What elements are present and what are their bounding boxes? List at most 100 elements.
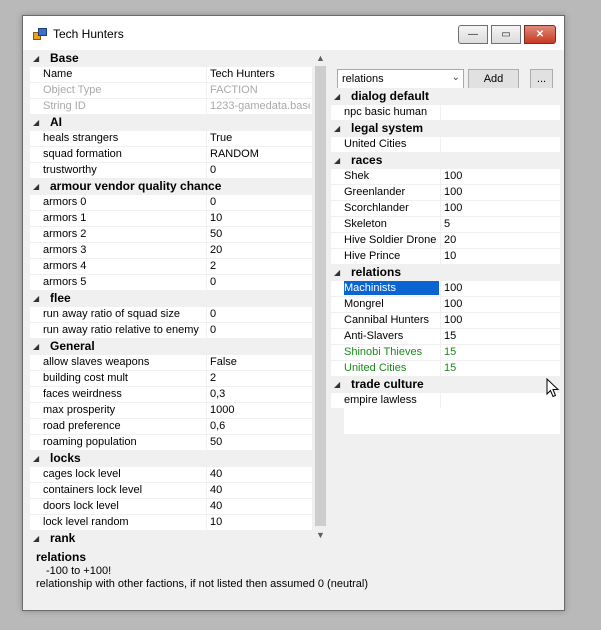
property-grid-right[interactable]: ◢ dialog default npc basic human ◢ legal sys…: [331, 88, 560, 434]
list-type-combo[interactable]: relations ⌄: [337, 69, 464, 89]
property-value[interactable]: 2: [210, 372, 310, 384]
collapse-triangle-icon[interactable]: ◢: [334, 92, 340, 101]
property-grid-left[interactable]: ◢ Base Name Tech Hunters Object Type FACTION S…: [30, 50, 313, 544]
property-value[interactable]: 0,6: [210, 420, 310, 432]
property-row[interactable]: run away ratio of squad size 0: [30, 306, 312, 322]
property-row[interactable]: armors 0 0: [30, 194, 312, 210]
property-value[interactable]: False: [210, 356, 310, 368]
property-row[interactable]: roaming population 50: [30, 434, 312, 450]
property-value[interactable]: 10: [210, 212, 310, 224]
property-row[interactable]: run away ratio relative to enemy 0: [30, 322, 312, 338]
property-row[interactable]: lock level random 10: [30, 514, 312, 530]
property-row[interactable]: building cost mult 2: [30, 370, 312, 386]
property-row[interactable]: Shinobi Thieves 15: [331, 344, 560, 360]
maximize-button[interactable]: ▭: [491, 25, 521, 44]
property-value[interactable]: 5: [444, 218, 556, 230]
category-relations[interactable]: ◢ relations: [331, 264, 560, 280]
property-row[interactable]: United Cities 15: [331, 360, 560, 376]
property-value[interactable]: 20: [444, 234, 556, 246]
category-locks[interactable]: ◢ locks: [30, 450, 312, 466]
chevron-up-icon[interactable]: ▲: [312, 50, 329, 67]
category-trade-culture[interactable]: ◢ trade culture: [331, 376, 560, 392]
property-value[interactable]: 100: [444, 314, 556, 326]
property-value[interactable]: 15: [444, 346, 556, 358]
property-value[interactable]: 50: [210, 436, 310, 448]
category-rank[interactable]: ◢ rank: [30, 530, 312, 544]
property-value[interactable]: Tech Hunters: [210, 68, 310, 80]
property-value[interactable]: 50: [210, 228, 310, 240]
property-value[interactable]: 15: [444, 330, 556, 342]
collapse-triangle-icon[interactable]: ◢: [334, 156, 340, 165]
property-row[interactable]: npc basic human: [331, 104, 560, 120]
category-general[interactable]: ◢ General: [30, 338, 312, 354]
property-value[interactable]: 0: [210, 164, 310, 176]
collapse-triangle-icon[interactable]: ◢: [334, 124, 340, 133]
property-row[interactable]: Skeleton 5: [331, 216, 560, 232]
chevron-down-icon[interactable]: ▼: [312, 527, 329, 544]
collapse-triangle-icon[interactable]: ◢: [33, 182, 39, 191]
property-value[interactable]: 100: [444, 170, 556, 182]
property-value[interactable]: 100: [444, 298, 556, 310]
category-flee[interactable]: ◢ flee: [30, 290, 312, 306]
collapse-triangle-icon[interactable]: ◢: [33, 534, 39, 543]
property-value[interactable]: 2: [210, 260, 310, 272]
property-value[interactable]: 0: [210, 276, 310, 288]
property-value[interactable]: True: [210, 132, 310, 144]
property-row[interactable]: Shek 100: [331, 168, 560, 184]
property-value[interactable]: 100: [444, 202, 556, 214]
property-value[interactable]: 100: [444, 282, 556, 294]
property-row[interactable]: Cannibal Hunters 100: [331, 312, 560, 328]
property-row[interactable]: Name Tech Hunters: [30, 66, 312, 82]
collapse-triangle-icon[interactable]: ◢: [33, 454, 39, 463]
property-row[interactable]: trustworthy 0: [30, 162, 312, 178]
property-row[interactable]: armors 2 50: [30, 226, 312, 242]
property-value[interactable]: 20: [210, 244, 310, 256]
property-row[interactable]: armors 1 10: [30, 210, 312, 226]
property-value[interactable]: 100: [444, 186, 556, 198]
property-value[interactable]: 0: [210, 196, 310, 208]
collapse-triangle-icon[interactable]: ◢: [33, 342, 39, 351]
property-value[interactable]: 0: [210, 324, 310, 336]
property-value[interactable]: 1000: [210, 404, 310, 416]
property-row[interactable]: allow slaves weapons False: [30, 354, 312, 370]
property-row[interactable]: doors lock level 40: [30, 498, 312, 514]
property-value[interactable]: 40: [210, 484, 310, 496]
property-row[interactable]: squad formation RANDOM: [30, 146, 312, 162]
property-row[interactable]: Object Type FACTION: [30, 82, 312, 98]
property-value[interactable]: 15: [444, 362, 556, 374]
property-row[interactable]: Anti-Slavers 15: [331, 328, 560, 344]
collapse-triangle-icon[interactable]: ◢: [33, 294, 39, 303]
property-row[interactable]: road preference 0,6: [30, 418, 312, 434]
vertical-scrollbar[interactable]: ▲ ▼: [312, 50, 329, 544]
scrollbar-thumb[interactable]: [315, 66, 326, 526]
property-row[interactable]: containers lock level 40: [30, 482, 312, 498]
property-row[interactable]: armors 3 20: [30, 242, 312, 258]
property-row[interactable]: faces weirdness 0,3: [30, 386, 312, 402]
category-armour-vendor-quality-chance[interactable]: ◢ armour vendor quality chance: [30, 178, 312, 194]
property-value[interactable]: 0,3: [210, 388, 310, 400]
category-legal-system[interactable]: ◢ legal system: [331, 120, 560, 136]
property-row[interactable]: Scorchlander 100: [331, 200, 560, 216]
property-row[interactable]: String ID 1233-gamedata.base: [30, 98, 312, 114]
property-row[interactable]: armors 4 2: [30, 258, 312, 274]
property-row[interactable]: max prosperity 1000: [30, 402, 312, 418]
category-races[interactable]: ◢ races: [331, 152, 560, 168]
property-row[interactable]: Machinists 100: [331, 280, 560, 296]
property-row[interactable]: cages lock level 40: [30, 466, 312, 482]
property-value[interactable]: 40: [210, 500, 310, 512]
property-row[interactable]: Hive Soldier Drone 20: [331, 232, 560, 248]
property-value[interactable]: 10: [444, 250, 556, 262]
property-row[interactable]: United Cities: [331, 136, 560, 152]
property-row[interactable]: armors 5 0: [30, 274, 312, 290]
collapse-triangle-icon[interactable]: ◢: [33, 118, 39, 127]
collapse-triangle-icon[interactable]: ◢: [334, 268, 340, 277]
property-value[interactable]: 40: [210, 468, 310, 480]
property-value[interactable]: 0: [210, 308, 310, 320]
collapse-triangle-icon[interactable]: ◢: [334, 380, 340, 389]
add-button[interactable]: Add: [468, 69, 519, 89]
category-base[interactable]: ◢ Base: [30, 50, 312, 66]
property-row[interactable]: Hive Prince 10: [331, 248, 560, 264]
property-row[interactable]: empire lawless: [331, 392, 560, 408]
property-value[interactable]: 10: [210, 516, 310, 528]
property-row[interactable]: heals strangers True: [30, 130, 312, 146]
